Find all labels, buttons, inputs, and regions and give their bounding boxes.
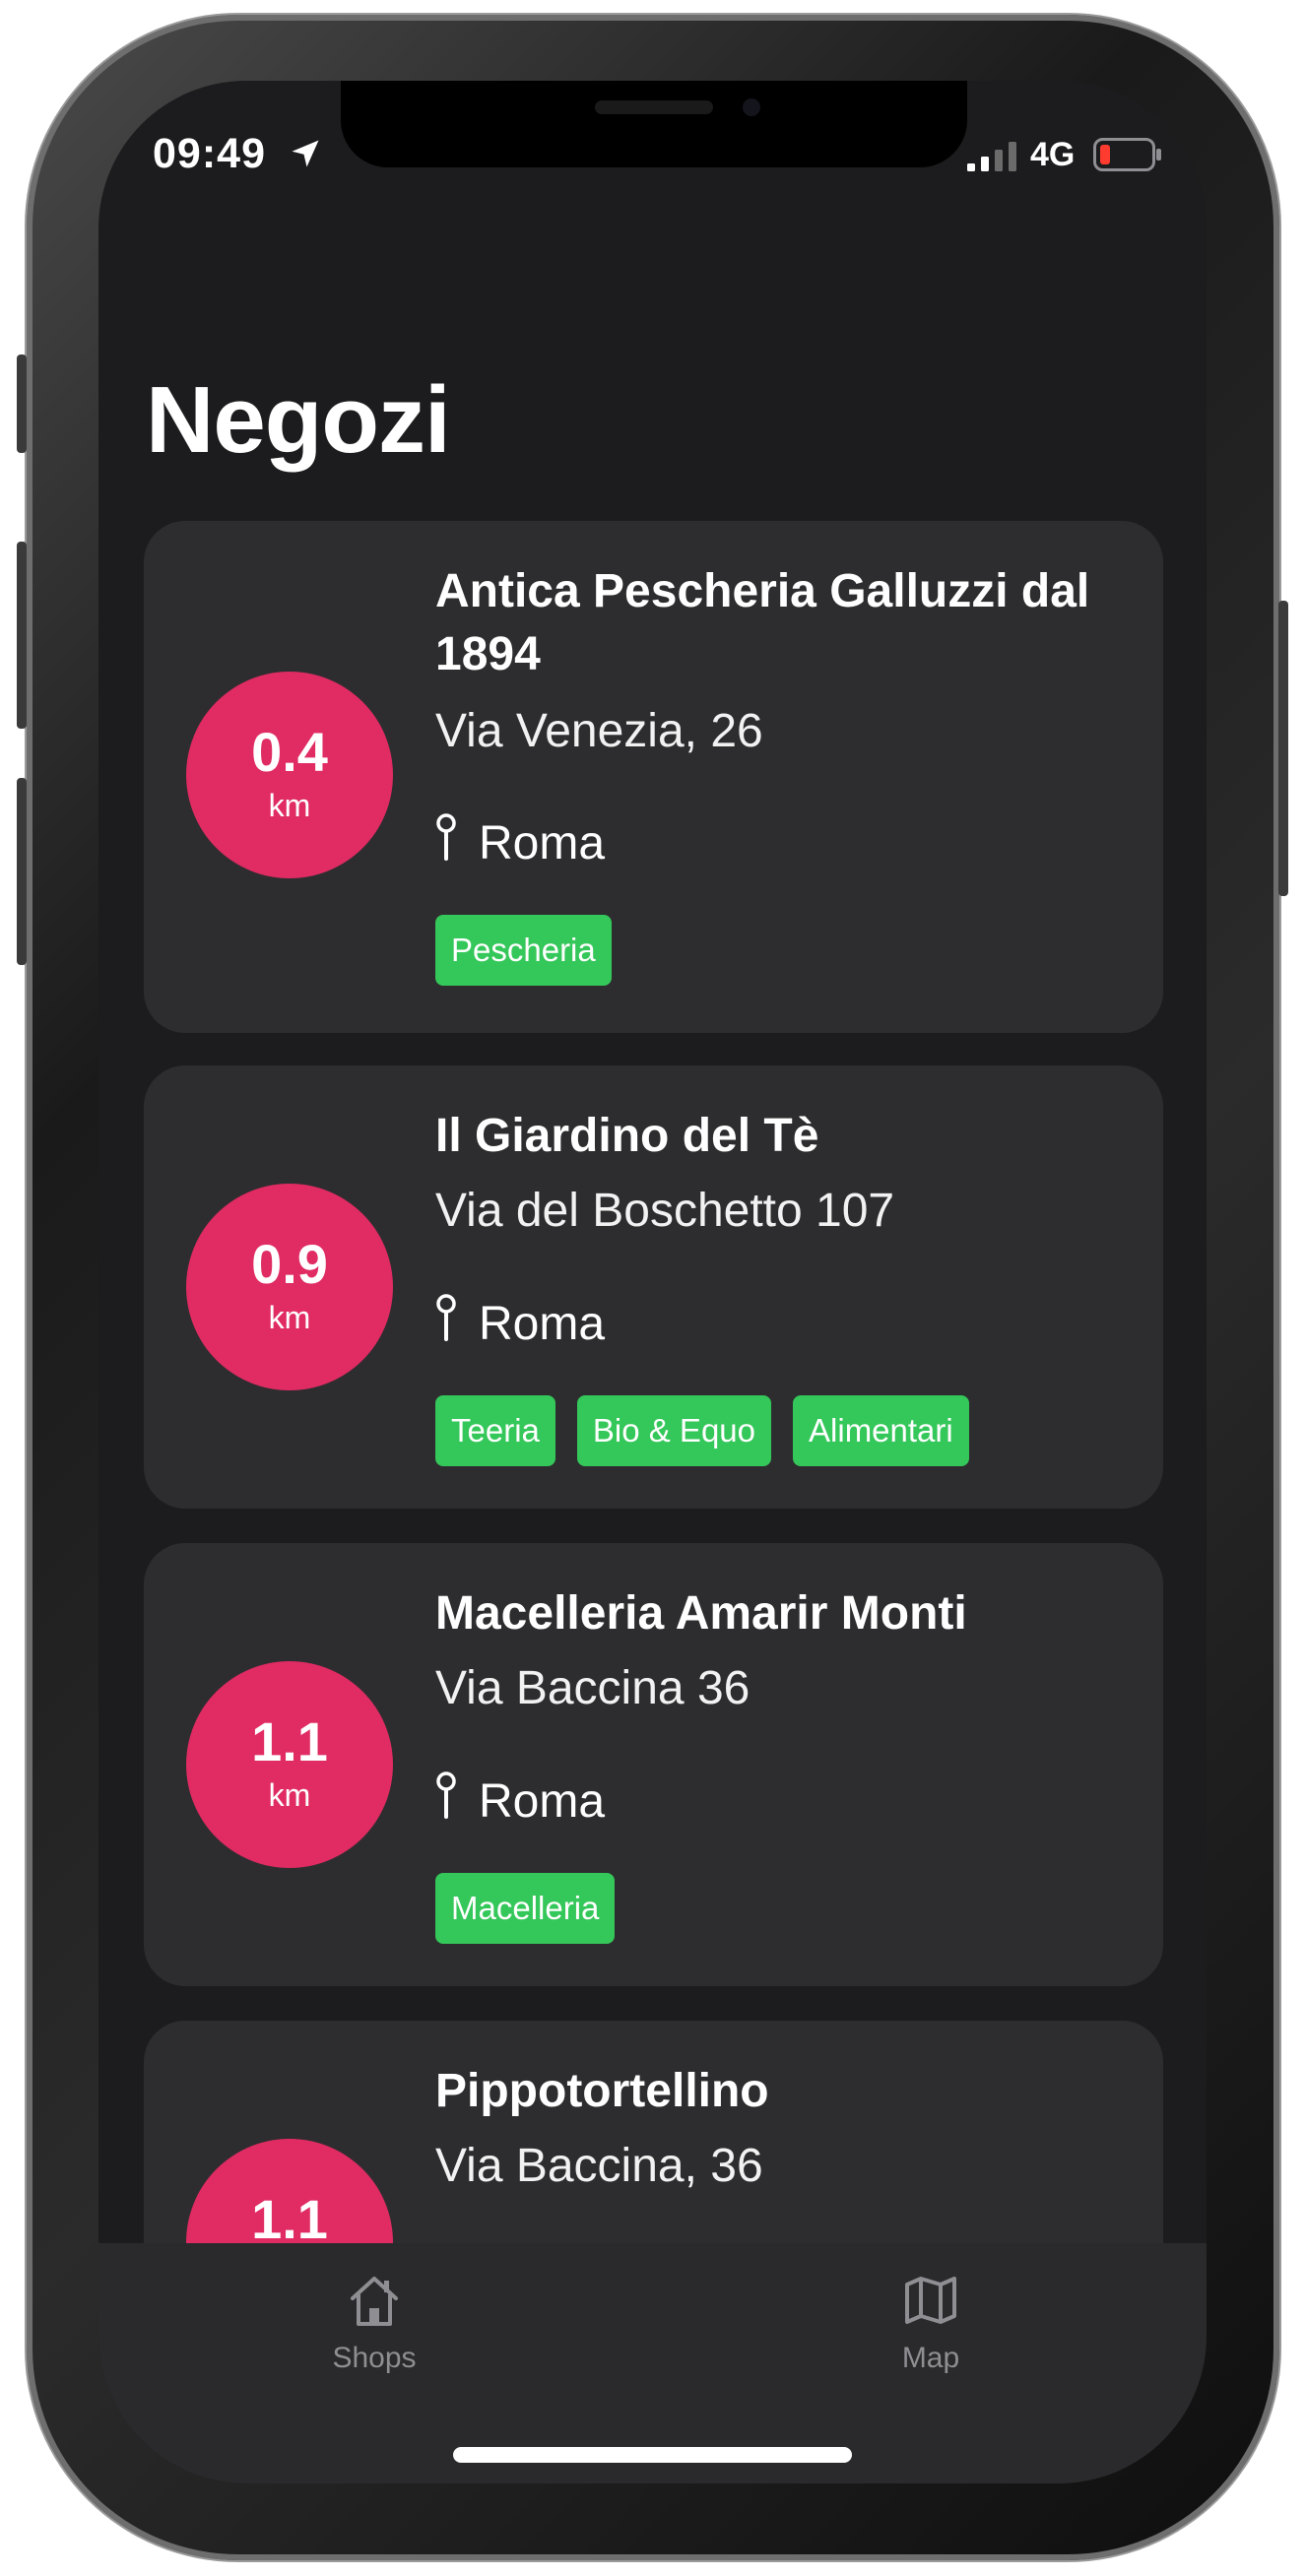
network-type: 4G: [1030, 136, 1076, 173]
distance-unit: km: [268, 1777, 311, 1813]
location-arrow-icon: [292, 140, 319, 167]
shop-name: Macelleria Amarir Monti: [435, 1587, 967, 1640]
map-pin-icon: [436, 1771, 456, 1819]
category-tag: Pescheria: [435, 915, 612, 986]
house-icon: [351, 2277, 398, 2326]
shop-name: Il Giardino del Tè: [435, 1110, 819, 1162]
status-time: 09:49: [153, 130, 266, 177]
battery-low-icon: [1093, 138, 1161, 171]
map-pin-icon: [436, 1294, 456, 1341]
distance-value: 1.1: [251, 1710, 328, 1772]
volume-up-button: [17, 542, 27, 729]
shop-address: Via del Boschetto 107: [435, 1185, 895, 1237]
shop-card[interactable]: 0.4 km Antica Pescheria Galluzzi dal 189…: [144, 521, 1163, 1033]
shop-city: Roma: [479, 1298, 606, 1350]
shop-card[interactable]: 0.9 km Il Giardino del Tè Via del Bosche…: [144, 1065, 1163, 1509]
shop-name: Pippotortellino: [435, 2065, 769, 2117]
page-title: Negozi: [146, 367, 451, 473]
shop-address: Via Baccina 36: [435, 1662, 750, 1714]
category-tag: Teeria: [435, 1395, 555, 1466]
home-indicator[interactable]: [453, 2447, 852, 2463]
shop-city: Roma: [479, 817, 606, 869]
distance-badge: 0.4 km: [186, 672, 393, 878]
tab-map-label: Map: [901, 2342, 960, 2374]
tab-shops-label: Shops: [332, 2342, 417, 2374]
distance-unit: km: [268, 788, 311, 823]
map-pin-icon: [436, 813, 456, 861]
distance-value: 0.9: [251, 1233, 328, 1295]
shop-city: Roma: [479, 1775, 606, 1828]
app-screen: 09:49 4G Negozi 0.4 km Antica Pescheria …: [98, 81, 1207, 2483]
shop-name: Antica Pescheria Galluzzi dal 1894: [435, 565, 1090, 680]
mute-switch: [17, 354, 27, 453]
distance-unit: km: [268, 1300, 311, 1335]
tab-shops[interactable]: Shops: [256, 2243, 492, 2401]
power-button: [1278, 601, 1288, 896]
map-icon: [905, 2277, 956, 2324]
volume-down-button: [17, 778, 27, 965]
category-tag: Bio & Equo: [576, 1395, 772, 1466]
shop-address: Via Baccina, 36: [435, 2140, 763, 2192]
tag-list: Pescheria: [435, 915, 612, 986]
distance-value: 1.1: [251, 2188, 328, 2250]
category-tag: Macelleria: [435, 1873, 616, 1944]
signal-bars-icon: [967, 142, 1016, 171]
shop-card[interactable]: 1.1 km Macelleria Amarir Monti Via Bacci…: [144, 1543, 1163, 1986]
distance-badge: 1.1 km: [186, 1661, 393, 1868]
distance-value: 0.4: [251, 721, 328, 783]
distance-badge: 0.9 km: [186, 1184, 393, 1390]
notch: [341, 81, 967, 167]
tag-list: Teeria Bio & Equo Alimentari: [435, 1395, 969, 1466]
shop-address: Via Venezia, 26: [435, 705, 763, 757]
category-tag: Alimentari: [793, 1395, 969, 1466]
tab-map[interactable]: Map: [813, 2243, 1049, 2401]
tag-list: Macelleria: [435, 1873, 616, 1944]
